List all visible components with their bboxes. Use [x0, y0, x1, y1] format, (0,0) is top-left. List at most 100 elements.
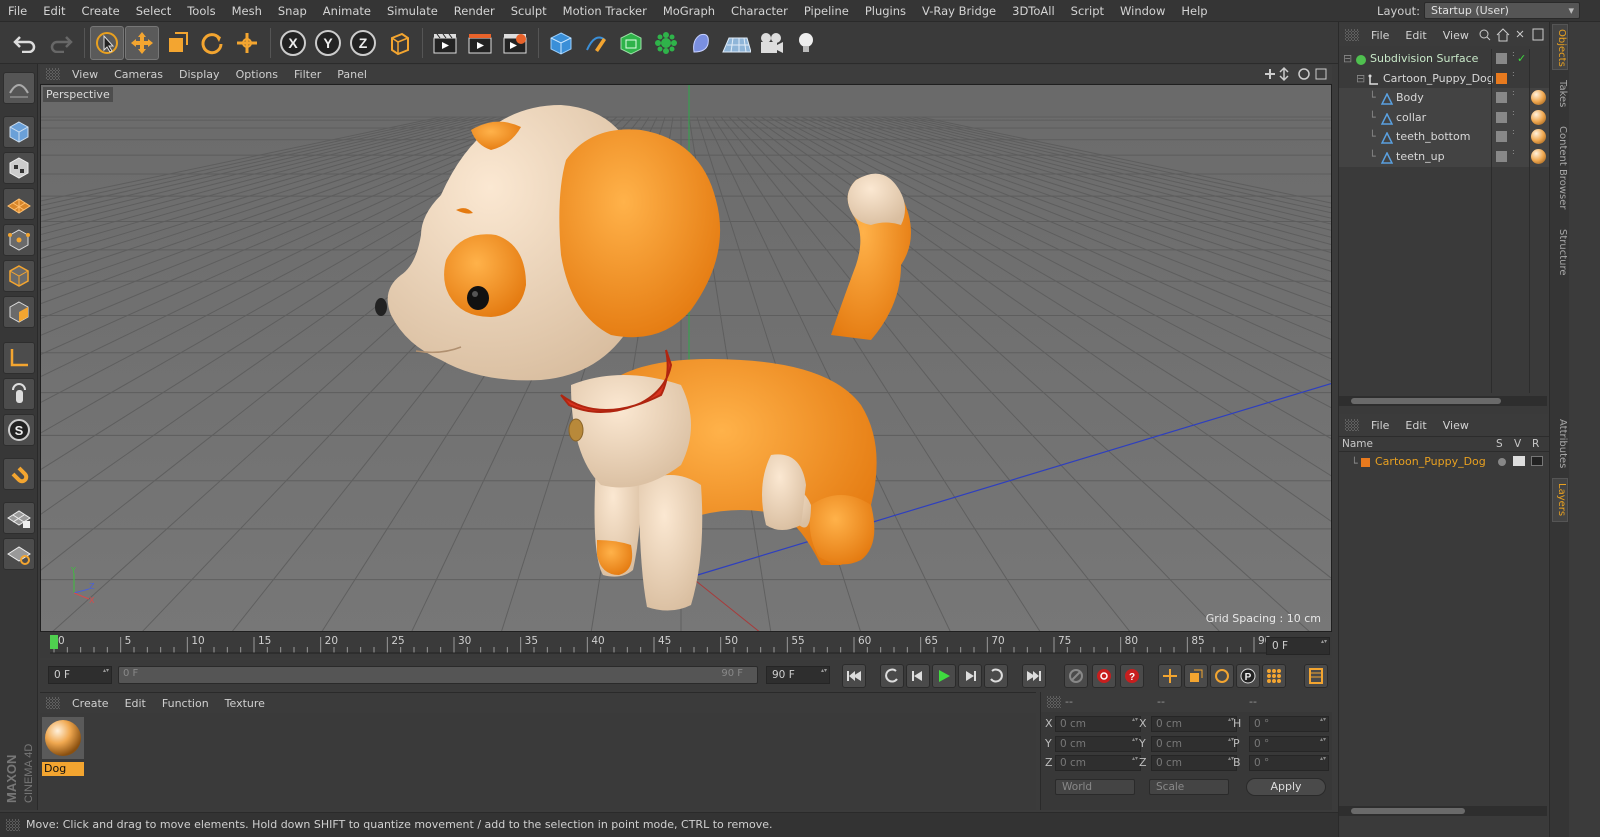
- render-visibility-dots[interactable]: :: [1512, 89, 1515, 97]
- next-frame-icon[interactable]: [958, 664, 982, 688]
- workplane-rotate-icon[interactable]: [3, 538, 35, 570]
- tree-expander[interactable]: └: [1369, 127, 1376, 147]
- menu-3dtoall[interactable]: 3DToAll: [1004, 4, 1063, 18]
- material-tag-icon[interactable]: [1531, 129, 1546, 145]
- object-name[interactable]: Subdivision Surface: [1370, 49, 1478, 69]
- timeline-playhead[interactable]: [50, 635, 58, 649]
- coord-field[interactable]: 0 °: [1249, 735, 1329, 752]
- autokey-icon[interactable]: [1092, 664, 1116, 688]
- coord-field[interactable]: 0 cm: [1151, 735, 1237, 752]
- menu-script[interactable]: Script: [1063, 4, 1112, 18]
- layer-row[interactable]: └ Cartoon_Puppy_Dog: [1339, 452, 1549, 472]
- tweak-mode-icon[interactable]: [3, 378, 35, 410]
- tab-objects[interactable]: Objects: [1552, 24, 1568, 70]
- coord-field[interactable]: 0 cm: [1055, 735, 1141, 752]
- viewport-camera-label[interactable]: Perspective: [43, 87, 113, 102]
- go-to-end-icon[interactable]: [1022, 664, 1046, 688]
- object-name[interactable]: teetn_up: [1396, 147, 1445, 167]
- enabled-check-icon[interactable]: ✓: [1517, 49, 1526, 69]
- cube-primitive-icon[interactable]: [544, 26, 578, 60]
- coord-field[interactable]: 0 cm: [1055, 755, 1141, 771]
- subdivision-surface-icon[interactable]: [614, 26, 648, 60]
- current-frame-field[interactable]: 0 F: [1266, 637, 1330, 655]
- editor-visibility-icon[interactable]: [1496, 151, 1507, 162]
- key-parameter-icon[interactable]: P: [1236, 664, 1260, 688]
- menu-simulate[interactable]: Simulate: [379, 4, 446, 18]
- object-name[interactable]: teeth_bottom: [1396, 127, 1470, 147]
- texture-mode-icon[interactable]: [3, 152, 35, 184]
- layers-menu-view[interactable]: View: [1435, 419, 1477, 432]
- editor-visibility-icon[interactable]: [1496, 111, 1507, 123]
- tab-content-browser[interactable]: Content Browser: [1552, 118, 1568, 218]
- tab-attributes[interactable]: Attributes: [1552, 414, 1568, 474]
- magnet-icon[interactable]: [3, 458, 35, 490]
- render-visibility-dots[interactable]: :: [1512, 148, 1515, 156]
- viewport-menu-options[interactable]: Options: [228, 68, 286, 81]
- menu-sculpt[interactable]: Sculpt: [503, 4, 555, 18]
- camera-icon[interactable]: [754, 26, 788, 60]
- edges-mode-icon[interactable]: [3, 260, 35, 292]
- tree-expander[interactable]: └: [1369, 147, 1376, 167]
- material-tag-icon[interactable]: [1531, 109, 1546, 125]
- workplane-lock-icon[interactable]: [3, 502, 35, 534]
- tree-expander[interactable]: ⊟: [1343, 49, 1352, 69]
- menu-plugins[interactable]: Plugins: [857, 4, 914, 18]
- key-scale-icon[interactable]: [1184, 664, 1208, 688]
- menu-pipeline[interactable]: Pipeline: [796, 4, 857, 18]
- workplane-icon[interactable]: [3, 188, 35, 220]
- menu-snap[interactable]: Snap: [270, 4, 315, 18]
- menu-tools[interactable]: Tools: [179, 4, 223, 18]
- layer-name[interactable]: Cartoon_Puppy_Dog: [1375, 452, 1486, 472]
- render-visibility-dots[interactable]: :: [1512, 69, 1515, 78]
- menu-mograph[interactable]: MoGraph: [655, 4, 723, 18]
- material-menu-function[interactable]: Function: [154, 697, 217, 710]
- transform-tool-icon[interactable]: [230, 26, 264, 60]
- next-keyframe-icon[interactable]: [984, 664, 1008, 688]
- start-frame-field[interactable]: 0 F: [48, 666, 112, 684]
- material-menu-create[interactable]: Create: [64, 697, 117, 710]
- tree-expander[interactable]: └: [1369, 108, 1376, 128]
- go-to-start-icon[interactable]: [842, 664, 866, 688]
- object-name[interactable]: collar: [1396, 108, 1426, 128]
- end-frame-field[interactable]: 90 F: [766, 666, 830, 684]
- object-row[interactable]: ⊟ Cartoon_Puppy_Dog:: [1339, 69, 1549, 89]
- size-mode-select[interactable]: Scale: [1149, 779, 1229, 795]
- menu-mesh[interactable]: Mesh: [224, 4, 270, 18]
- layer-color-tag[interactable]: [1496, 72, 1507, 84]
- object-row[interactable]: └ collar:: [1339, 107, 1549, 128]
- previous-keyframe-icon[interactable]: [880, 664, 904, 688]
- redo-icon[interactable]: [44, 26, 78, 60]
- menu-window[interactable]: Window: [1112, 4, 1173, 18]
- coord-field[interactable]: 0 cm: [1055, 716, 1141, 732]
- object-row[interactable]: └ teetn_up:: [1339, 147, 1549, 167]
- editor-visibility-icon[interactable]: [1496, 53, 1507, 64]
- viewport-menu-view[interactable]: View: [64, 68, 106, 81]
- make-editable-icon[interactable]: [3, 72, 35, 104]
- coord-mode-select[interactable]: World: [1055, 779, 1135, 795]
- move-tool-icon[interactable]: [125, 26, 159, 60]
- viewport-menu-display[interactable]: Display: [171, 68, 228, 81]
- timeline-ruler[interactable]: 0 5 10 15 20 25 30 35 40 45 50 55 60 65 70 75 80 85 90 0 F: [40, 633, 1332, 658]
- points-mode-icon[interactable]: [3, 224, 35, 256]
- object-name[interactable]: Body: [1396, 88, 1424, 108]
- key-pla-icon[interactable]: [1262, 664, 1286, 688]
- coord-field[interactable]: 0 cm: [1151, 716, 1237, 732]
- material-menu-edit[interactable]: Edit: [117, 697, 154, 710]
- 3d-viewport[interactable]: Perspective Y ZX Grid Spacing : 10 cm: [40, 84, 1332, 632]
- model-mode-icon[interactable]: [3, 116, 35, 148]
- render-settings-icon[interactable]: [498, 26, 532, 60]
- menu-file[interactable]: File: [0, 4, 35, 18]
- layers-menu-file[interactable]: File: [1363, 419, 1397, 432]
- range-slider[interactable]: 0 F 90 F: [118, 666, 758, 684]
- render-visibility-dots[interactable]: :: [1512, 50, 1515, 58]
- tab-structure[interactable]: Structure: [1552, 222, 1568, 282]
- play-icon[interactable]: [932, 664, 956, 688]
- material-menu-texture[interactable]: Texture: [217, 697, 273, 710]
- snap-icon[interactable]: S: [3, 414, 35, 446]
- coord-field[interactable]: 0 °: [1249, 716, 1329, 732]
- keyframe-selection-icon[interactable]: ?: [1120, 664, 1144, 688]
- deformer-icon[interactable]: [684, 26, 718, 60]
- menu-render[interactable]: Render: [446, 4, 503, 18]
- record-active-icon[interactable]: [1064, 664, 1088, 688]
- tab-takes[interactable]: Takes: [1552, 74, 1568, 114]
